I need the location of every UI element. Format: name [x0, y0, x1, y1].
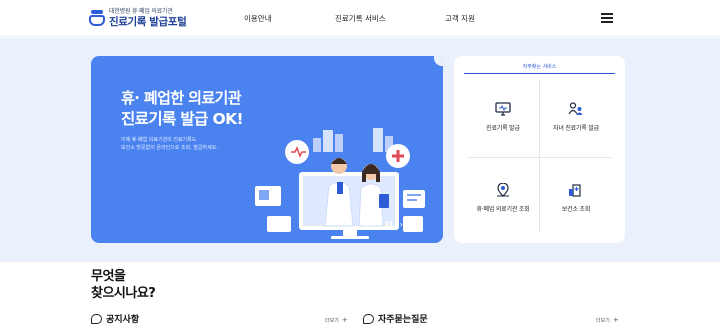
site-logo[interactable]: 대한병원 휴·폐업 의료기관 진료기록 발급포털 — [89, 7, 187, 28]
logo-title: 진료기록 발급포털 — [109, 15, 187, 28]
building-icon — [569, 184, 581, 197]
nav-customer-support[interactable]: 고객 지원 — [445, 13, 475, 24]
next-slide-icon[interactable]: › — [400, 220, 403, 229]
notice-title: 공지사항 — [106, 315, 140, 325]
speech-bubble-icon — [91, 312, 102, 324]
pause-icon[interactable] — [385, 221, 392, 228]
quick-item-record-issue[interactable]: 진료기록 발급 — [467, 77, 539, 157]
monitor-icon — [495, 102, 511, 116]
nav-guide[interactable]: 이용안내 — [244, 13, 272, 24]
main-banner[interactable]: 휴· 폐업한 의료기관 진료기록 발급 OK! 이제 휴·폐업 의료기관의 진료… — [91, 56, 443, 243]
plus-icon: + — [612, 316, 619, 324]
slide-counter: 1 / 3 — [364, 221, 378, 228]
quick-item-closed-clinic-search[interactable]: 휴·폐업 의료기관 조회 — [467, 158, 539, 238]
banner-headline-2: 진료기록 발급 OK! — [121, 110, 244, 128]
doctor-illustration — [255, 128, 425, 239]
faq-title: 자주묻는질문 — [378, 315, 428, 325]
banner-pager: ‹ 1 / 3 › — [353, 220, 403, 229]
top-bar: 대한병원 휴·폐업 의료기관 진료기록 발급포털 이용안내 진료기록 서비스 고… — [0, 0, 720, 37]
notice-more-link[interactable]: 더보기 + — [325, 316, 348, 324]
prev-slide-icon[interactable]: ‹ — [353, 220, 356, 229]
location-pin-icon — [497, 183, 509, 197]
faq-more-link[interactable]: 더보기 + — [596, 316, 619, 324]
hamburger-menu-icon[interactable] — [601, 13, 613, 23]
quick-services-title: 자주찾는 서비스 — [522, 64, 557, 70]
quick-item-child-record[interactable]: 자녀 진료기록 발급 — [540, 77, 612, 157]
plus-icon: + — [341, 316, 348, 324]
search-heading: 무엇을 찾으시나요? — [91, 269, 156, 301]
faq-section-header: 자주묻는질문 — [363, 312, 428, 325]
banner-desc-line-2: 보건소 방문없이 온라인으로 조회, 발급하세요. — [121, 145, 218, 151]
quick-item-health-center-search[interactable]: 보건소 조회 — [540, 158, 612, 238]
logo-icon — [89, 8, 105, 28]
banner-desc-line-1: 이제 휴·폐업 의료기관의 진료기록도 — [121, 137, 197, 143]
speech-bubble-icon — [363, 312, 374, 324]
notice-section-header: 공지사항 — [91, 312, 139, 325]
logo-subtitle: 대한병원 휴·폐업 의료기관 — [109, 7, 173, 15]
banner-headline-1: 휴· 폐업한 의료기관 — [121, 89, 242, 107]
banner-description: 이제 휴·폐업 의료기관의 진료기록도 보건소 방문없이 온라인으로 조회, 발… — [121, 136, 218, 152]
nav-records-service[interactable]: 진료기록 서비스 — [335, 13, 386, 24]
quick-services-panel: 자주찾는 서비스 진료기록 발급 자녀 진료기록 발급 휴·폐업 의료기관 조회… — [454, 56, 625, 243]
family-icon — [568, 102, 583, 115]
